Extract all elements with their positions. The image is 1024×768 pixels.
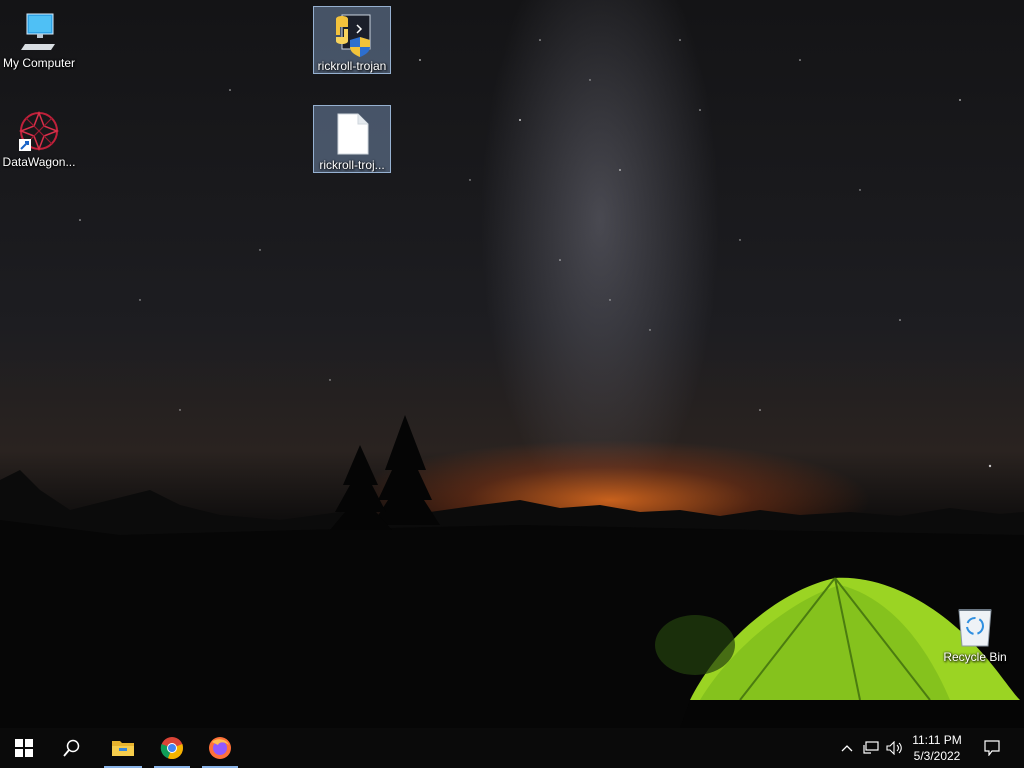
taskbar-chrome[interactable] bbox=[150, 728, 194, 768]
clock-time: 11:11 PM bbox=[912, 733, 962, 747]
network-button[interactable] bbox=[860, 728, 882, 768]
volume-button[interactable] bbox=[884, 728, 906, 768]
desktop-icon-label: DataWagon... bbox=[2, 155, 76, 169]
desktop-wallpaper: My Computer DataWagon... rickroll-trojan… bbox=[0, 0, 1024, 728]
notification-icon bbox=[984, 740, 1000, 756]
desktop-icon-label: rickroll-troj... bbox=[319, 158, 385, 172]
clock[interactable]: 11:11 PM 5/3/2022 bbox=[906, 732, 968, 764]
desktop-icon-my-computer[interactable]: My Computer bbox=[1, 4, 77, 70]
mountain-landscape bbox=[0, 415, 1024, 728]
show-hidden-icons-button[interactable] bbox=[838, 728, 856, 768]
computer-icon bbox=[17, 10, 61, 54]
recycle-bin-icon bbox=[953, 604, 997, 648]
desktop-icon-label: My Computer bbox=[2, 56, 76, 70]
action-center-button[interactable] bbox=[978, 728, 1006, 768]
taskbar-file-explorer[interactable] bbox=[100, 728, 146, 768]
desktop-icon-recycle-bin[interactable]: Recycle Bin bbox=[937, 598, 1013, 664]
desktop-icon-rickroll-trojan-file[interactable]: rickroll-troj... bbox=[313, 105, 391, 173]
volume-icon bbox=[886, 741, 902, 755]
desktop-icon-label: rickroll-trojan bbox=[317, 59, 387, 73]
blank-file-icon bbox=[330, 112, 374, 156]
python-script-icon bbox=[330, 13, 374, 57]
start-button[interactable] bbox=[0, 728, 48, 768]
file-explorer-icon bbox=[112, 741, 134, 756]
search-icon bbox=[63, 739, 80, 757]
desktop-icon-label: Recycle Bin bbox=[943, 650, 1007, 664]
start-icon bbox=[15, 739, 33, 757]
chrome-icon bbox=[160, 737, 184, 760]
desktop-icon-rickroll-trojan-script[interactable]: rickroll-trojan bbox=[313, 6, 391, 74]
desktop-icon-datawagon[interactable]: DataWagon... bbox=[1, 103, 77, 169]
network-icon bbox=[863, 741, 879, 754]
search-button[interactable] bbox=[48, 728, 96, 768]
clock-date: 5/3/2022 bbox=[913, 749, 961, 763]
datawagon-shortcut-icon bbox=[17, 109, 61, 153]
taskbar-firefox[interactable] bbox=[198, 728, 242, 768]
show-hidden-icons-chevron bbox=[841, 745, 853, 752]
firefox-icon bbox=[209, 737, 231, 759]
taskbar: 11:11 PM 5/3/2022 bbox=[0, 728, 1024, 768]
